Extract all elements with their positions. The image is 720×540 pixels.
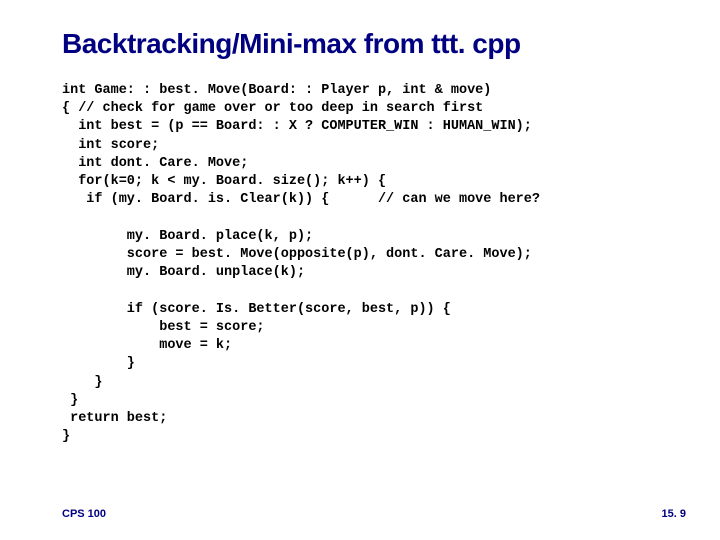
slide-title: Backtracking/Mini-max from ttt. cpp bbox=[62, 28, 670, 60]
code-block: int Game: : best. Move(Board: : Player p… bbox=[62, 82, 670, 446]
footer-course: CPS 100 bbox=[62, 508, 106, 520]
slide: Backtracking/Mini-max from ttt. cpp int … bbox=[0, 0, 720, 540]
footer-page-number: 15. 9 bbox=[662, 508, 686, 520]
